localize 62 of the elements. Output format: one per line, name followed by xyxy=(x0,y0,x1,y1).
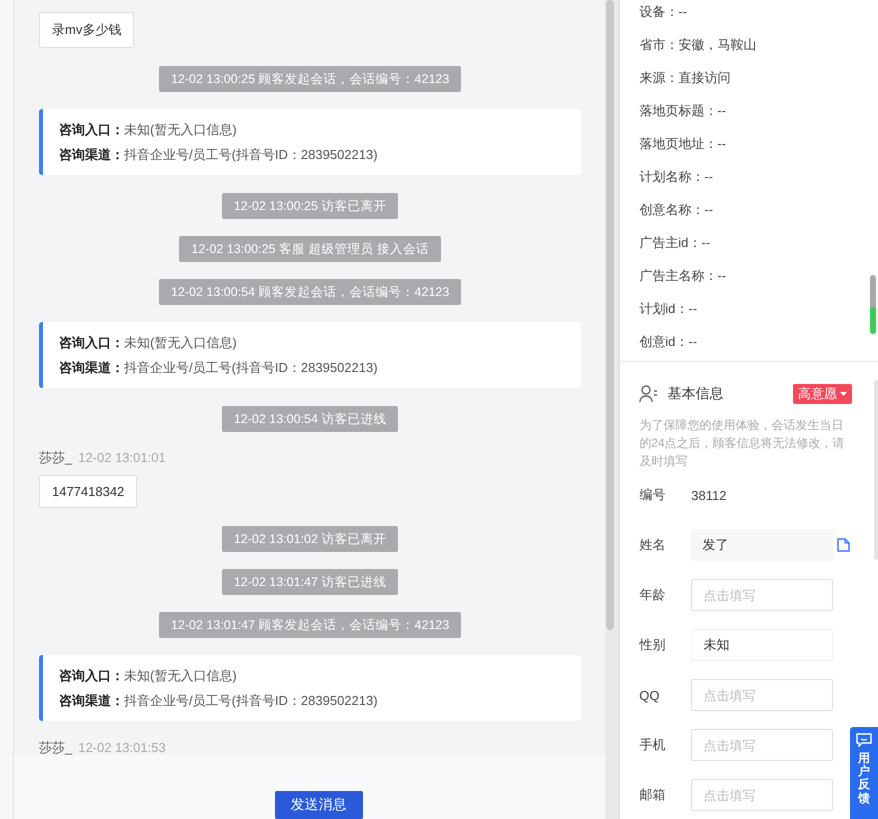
field-value: 38112 xyxy=(691,488,726,502)
sender-name: 莎莎_ xyxy=(38,450,72,465)
caret-icon xyxy=(840,392,847,396)
system-notice: 12-02 13:00:25 客服 超级管理员 接入会话 xyxy=(179,236,441,262)
field-label: QQ xyxy=(639,688,661,702)
card-value: 未知(暂无入口信息) xyxy=(124,122,237,137)
info-row-text: 广告主名称：-- xyxy=(639,267,726,285)
system-notice: 12-02 13:00:54 顾客发起会话，会话编号：42123 xyxy=(158,279,462,305)
scrollbar[interactable] xyxy=(606,0,614,630)
card-value: 抖音企业号/员工号(抖音号ID：2839502213) xyxy=(124,147,378,162)
message-bubble: 录mv多少钱 xyxy=(38,12,134,48)
system-notice: 12-02 13:00:25 访客已离开 xyxy=(222,193,398,219)
intent-tag[interactable]: 高意愿 xyxy=(793,384,852,404)
input-field[interactable]: 点击填写 xyxy=(691,779,834,811)
notice-text: 为了保障您的使用体验，会话发生当日的24点之后，顾客信息将无法修改，请及时填写 xyxy=(639,417,846,470)
info-row-text: 落地页标题：-- xyxy=(639,102,726,120)
card-label: 咨询入口： xyxy=(58,122,124,137)
info-row-text: 设备：-- xyxy=(639,3,687,21)
card-label: 咨询渠道： xyxy=(58,360,124,375)
system-notice: 12-02 13:01:02 访客已离开 xyxy=(222,526,398,552)
field-label: 邮箱 xyxy=(639,786,666,804)
input-field[interactable]: 点击填写 xyxy=(691,579,834,611)
sender-name: 莎莎_ xyxy=(38,740,72,755)
message-time: 12-02 13:01:53 xyxy=(78,740,166,755)
card-label: 咨询渠道： xyxy=(58,693,124,708)
select-field[interactable]: 未知 xyxy=(691,629,834,661)
info-row-text: 省市：安徽，马鞍山 xyxy=(639,36,756,54)
input-field[interactable]: 点击填写 xyxy=(691,729,834,761)
info-row-text: 计划名称：-- xyxy=(639,168,713,186)
info-row-text: 来源：直接访问 xyxy=(639,69,730,87)
info-row-text: 广告主id：-- xyxy=(639,234,710,252)
card-label: 咨询入口： xyxy=(58,668,124,683)
chat-icon xyxy=(856,733,872,747)
field-label: 姓名 xyxy=(639,536,666,554)
info-row-text: 创意名称：-- xyxy=(639,201,713,219)
message-time: 12-02 13:01:01 xyxy=(78,450,166,465)
system-notice: 12-02 13:00:25 顾客发起会话，会话编号：42123 xyxy=(158,66,462,92)
card-value: 未知(暂无入口信息) xyxy=(124,668,237,683)
card-value: 抖音企业号/员工号(抖音号ID：2839502213) xyxy=(124,693,378,708)
field-label: 性别 xyxy=(639,636,666,654)
message-bubble: 1477418342 xyxy=(38,475,138,508)
section-title: 基本信息 xyxy=(667,385,724,403)
info-row-text: 创意id：-- xyxy=(639,333,698,351)
feedback-button[interactable]: 用户反馈 xyxy=(850,727,878,819)
card-value: 抖音企业号/员工号(抖音号ID：2839502213) xyxy=(124,360,378,375)
info-row-text: 计划id：-- xyxy=(639,300,698,318)
send-button[interactable]: 发送消息 xyxy=(274,791,363,819)
user-list-icon xyxy=(639,385,660,403)
scrollbar-thumb[interactable] xyxy=(870,275,876,334)
field-label: 手机 xyxy=(639,736,666,754)
input-field[interactable]: 点击填写 xyxy=(691,679,834,711)
card-value: 未知(暂无入口信息) xyxy=(124,335,237,350)
system-notice: 12-02 13:01:47 访客已进线 xyxy=(222,569,398,595)
card-label: 咨询入口： xyxy=(58,335,124,350)
field-label: 年龄 xyxy=(639,586,666,604)
card-label: 咨询渠道： xyxy=(58,147,124,162)
info-row-text: 落地页地址：-- xyxy=(639,135,726,153)
system-notice: 12-02 13:00:54 访客已进线 xyxy=(222,406,398,432)
field-label: 编号 xyxy=(639,486,666,504)
copy-icon[interactable] xyxy=(837,538,850,552)
system-notice: 12-02 13:01:47 顾客发起会话，会话编号：42123 xyxy=(158,612,462,638)
name-field[interactable]: 发了 xyxy=(691,529,834,561)
